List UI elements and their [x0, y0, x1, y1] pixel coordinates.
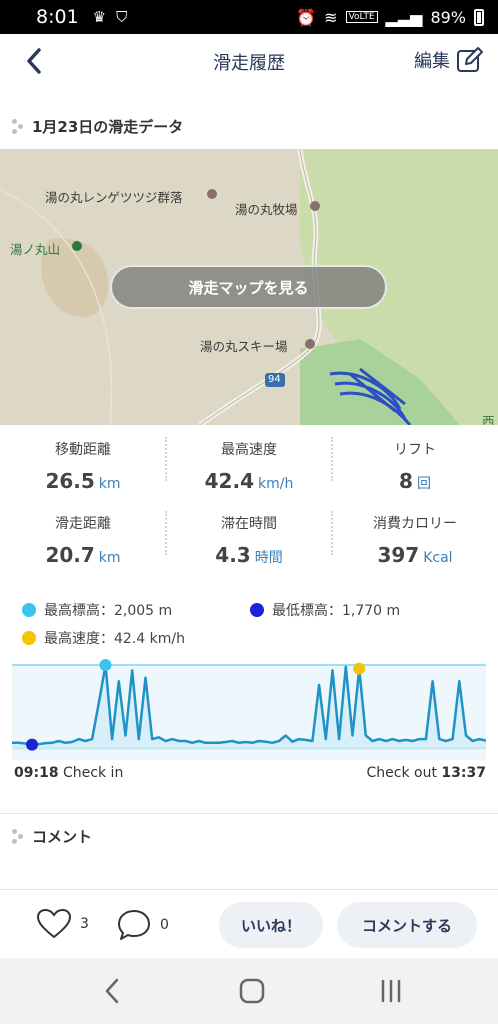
- status-time: 8:01: [36, 6, 79, 28]
- stat-unit: 回: [416, 476, 431, 492]
- action-bar: 3 0 いいね！ コメントする: [0, 890, 498, 958]
- edit-button[interactable]: 編集: [414, 46, 484, 74]
- back-icon[interactable]: [22, 46, 48, 76]
- stat-label: 滑走距離: [55, 516, 111, 532]
- session-heading: 1月23日の滑走データ: [12, 116, 183, 137]
- stat-value: 397: [377, 543, 420, 567]
- status-right: ⏰ ≋ VoLTE ▂▃▅ 89%: [296, 8, 484, 27]
- legend-dot-cyan-icon: [22, 603, 36, 617]
- map-label-ski-area: 湯の丸スキー場: [200, 339, 288, 354]
- map-label-route: 94: [268, 374, 281, 385]
- min-elevation-marker: [26, 738, 39, 751]
- legend-dot-yellow-icon: [22, 631, 36, 645]
- nav-back-icon[interactable]: [100, 976, 126, 1006]
- stat-calories: 消費カロリー 397 Kcal: [332, 513, 498, 567]
- stat-label: 消費カロリー: [373, 516, 457, 532]
- legend-max-speed: 最高速度：42.4 km/h: [22, 628, 185, 648]
- battery-icon: [474, 8, 484, 26]
- divider: [0, 813, 498, 814]
- stat-label: 最高速度: [221, 442, 277, 458]
- check-out-time: 13:37: [441, 765, 486, 781]
- stats-grid: 移動距離 26.5 km 最高速度 42.4 km/h リフト 8回 滑走距離 20…: [0, 425, 498, 583]
- signal-icon: ▂▃▅: [385, 7, 423, 27]
- nav-recents-icon[interactable]: [378, 976, 404, 1006]
- map-label-gunraku: 湯の丸レンゲツツジ群落: [45, 190, 183, 205]
- max-speed-marker: [353, 662, 366, 675]
- elevation-chart: [12, 655, 487, 760]
- legend-text: 最高速度：42.4 km/h: [44, 631, 185, 647]
- section-dots-icon: [12, 118, 24, 135]
- comment-button[interactable]: コメントする: [337, 902, 477, 948]
- ski-map[interactable]: 湯の丸レンゲツツジ群落 湯の丸牧場 湯ノ丸山 湯の丸スキー場 94 西 滑走マッ…: [0, 149, 498, 425]
- comment-heading: コメント: [12, 826, 92, 847]
- comment-counter[interactable]: 0: [116, 908, 169, 942]
- view-map-button[interactable]: 滑走マップを見る: [110, 265, 387, 309]
- stat-lift: リフト 8回: [332, 439, 498, 493]
- legend-min-elev: 最低標高：1,770 m: [250, 600, 400, 620]
- status-bar: 8:01 ♛ ⛉ ⏰ ≋ VoLTE ▂▃▅ 89%: [0, 0, 498, 34]
- legend-max-elev: 最高標高：2,005 m: [22, 600, 172, 620]
- stat-unit: Kcal: [423, 550, 453, 566]
- stat-unit: 時間: [254, 550, 283, 566]
- stat-unit: km: [98, 476, 121, 492]
- legend-dot-blue-icon: [250, 603, 264, 617]
- max-elevation-marker: [99, 659, 112, 671]
- check-out-label: Check out: [366, 765, 437, 781]
- alarm-icon: ⏰: [296, 7, 317, 27]
- battery-percent: 89%: [430, 7, 466, 27]
- nav-home-icon[interactable]: [238, 976, 266, 1006]
- map-label-west: 西: [482, 414, 495, 425]
- stat-label: 移動距離: [55, 442, 111, 458]
- system-nav-bar: [0, 958, 498, 1024]
- legend-text: 最高標高：2,005 m: [44, 603, 173, 619]
- legend-text: 最低標高：1,770 m: [272, 603, 401, 619]
- edit-label: 編集: [414, 51, 450, 72]
- stat-label: 滞在時間: [221, 516, 277, 532]
- stat-value: 4.3: [215, 543, 251, 567]
- map-label-yunomaruyama: 湯ノ丸山: [10, 242, 61, 257]
- edit-icon: [457, 47, 483, 72]
- like-counter[interactable]: 3: [36, 908, 89, 940]
- heart-icon: [36, 908, 72, 939]
- session-title: 1月23日の滑走データ: [32, 118, 184, 136]
- speech-bubble-icon: [118, 910, 150, 940]
- comment-count: 0: [160, 917, 169, 933]
- volte-icon: VoLTE: [345, 11, 378, 23]
- stat-stay-time: 滞在時間 4.3 時間: [166, 513, 332, 567]
- check-in-time: 09:18: [14, 765, 59, 781]
- section-dots-icon: [12, 828, 24, 845]
- stat-distance: 移動距離 26.5 km: [0, 439, 166, 493]
- elevation-chart-svg: [12, 659, 487, 760]
- stat-ski-distance: 滑走距離 20.7 km: [0, 513, 166, 567]
- check-times: 09:18 Check in Check out 13:37: [14, 765, 486, 781]
- stat-unit: km: [98, 550, 121, 566]
- stat-value: 20.7: [45, 543, 95, 567]
- comment-title: コメント: [32, 828, 93, 846]
- like-count: 3: [80, 916, 89, 932]
- app-header: 滑走履歴 編集: [0, 34, 498, 90]
- map-label-bokujo: 湯の丸牧場: [235, 202, 298, 217]
- like-button[interactable]: いいね！: [219, 902, 323, 948]
- shield-icon: ⛉: [116, 8, 128, 26]
- stat-label: リフト: [394, 442, 436, 458]
- stat-value: 8: [399, 469, 413, 493]
- notification-icon: ♛: [92, 8, 107, 26]
- page-title: 滑走履歴: [213, 53, 285, 74]
- stat-unit: km/h: [258, 476, 294, 492]
- check-in-label: Check in: [63, 765, 124, 781]
- wifi-icon: ≋: [324, 7, 338, 27]
- stat-value: 42.4: [204, 469, 254, 493]
- stat-max-speed: 最高速度 42.4 km/h: [166, 439, 332, 493]
- stat-value: 26.5: [45, 469, 95, 493]
